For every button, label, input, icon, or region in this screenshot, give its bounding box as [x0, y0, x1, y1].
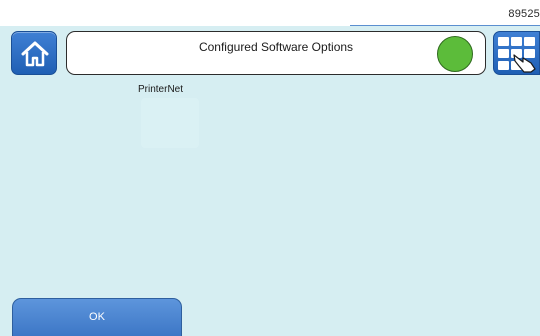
option-label-printernet: PrinterNet — [138, 84, 184, 95]
menu-button[interactable] — [493, 31, 540, 75]
page-title: Configured Software Options — [198, 40, 354, 54]
home-icon — [21, 41, 49, 67]
title-bar: Configured Software Options — [66, 31, 486, 75]
option-tile-printernet[interactable] — [141, 98, 199, 148]
device-id: 89525 — [508, 8, 540, 20]
pointer-hand-icon — [513, 54, 536, 73]
ok-button[interactable]: OK — [12, 298, 182, 336]
status-indicator — [437, 36, 473, 72]
top-strip — [0, 0, 540, 26]
home-button[interactable] — [11, 31, 57, 75]
